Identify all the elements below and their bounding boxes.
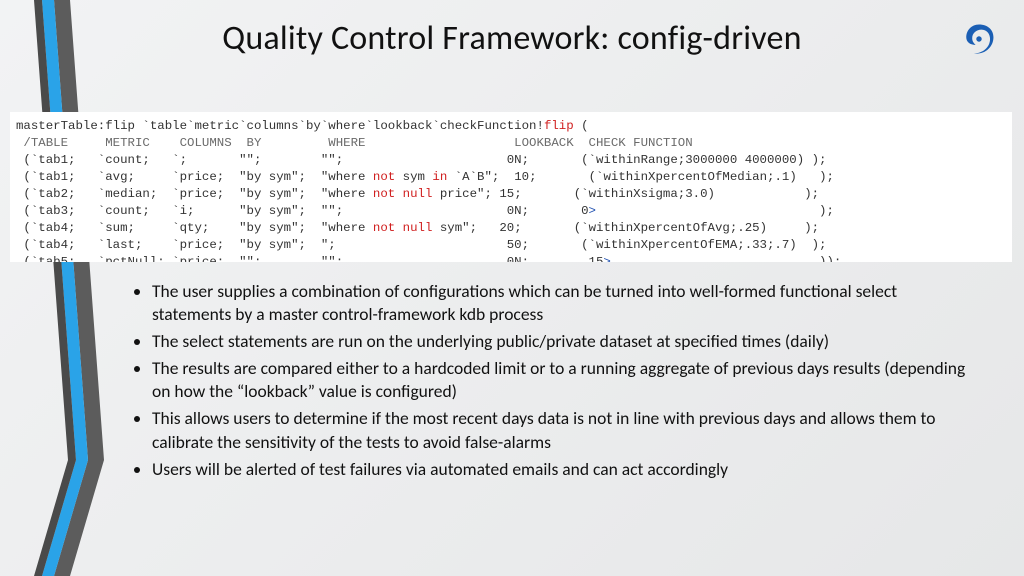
bullet-list: The user supplies a combination of confi…: [130, 280, 970, 485]
bullet-item: Users will be alerted of test failures v…: [152, 458, 970, 481]
company-logo-icon: [962, 22, 996, 56]
code-header: /TABLE METRIC COLUMNS BY WHERE LOOKBACK …: [16, 136, 693, 150]
bullet-item: This allows users to determine if the mo…: [152, 407, 970, 453]
code-row: (`tab1; `count; `; ""; ""; 0N; (`withinR…: [16, 153, 826, 167]
bullet-item: The select statements are run on the und…: [152, 330, 970, 353]
code-row: (`tab2; `median; `price; "by sym"; "wher…: [16, 187, 819, 201]
code-row: (`tab4; `sum; `qty; "by sym"; "where not…: [16, 221, 819, 235]
code-row: (`tab1; `avg; `price; "by sym"; "where n…: [16, 170, 834, 184]
code-row: (`tab3; `count; `i; "by sym"; ""; 0N; 0>…: [16, 204, 834, 218]
code-line: masterTable:flip `table`metric`columns`b…: [16, 119, 589, 133]
code-row: (`tab4; `last; `price; "by sym"; "; 50; …: [16, 238, 826, 252]
bullet-item: The results are compared either to a har…: [152, 357, 970, 403]
slide: Quality Control Framework: config-driven…: [0, 0, 1024, 576]
bullet-item: The user supplies a combination of confi…: [152, 280, 970, 326]
slide-title: Quality Control Framework: config-driven: [0, 18, 1024, 59]
code-block: masterTable:flip `table`metric`columns`b…: [10, 112, 1012, 262]
code-row: (`tab5; `pctNull; `price; ""; ""; 0N; .1…: [16, 255, 841, 262]
chevron-decoration: [0, 0, 120, 576]
